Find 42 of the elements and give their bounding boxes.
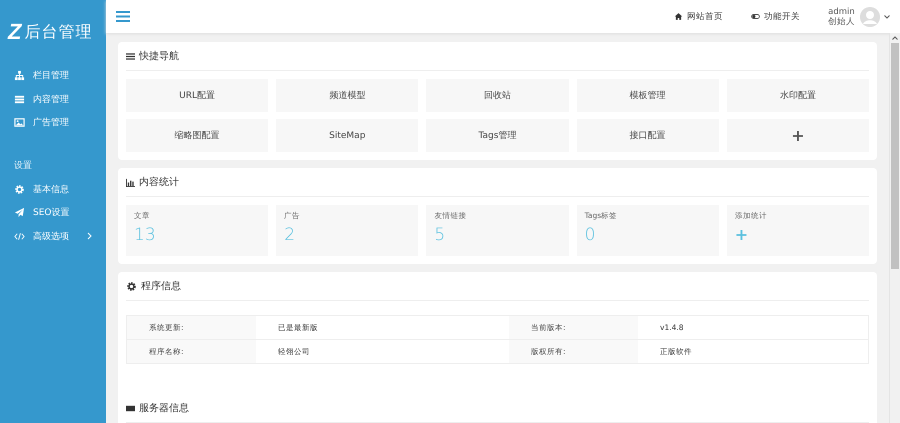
image-icon (14, 117, 25, 128)
scrollbar[interactable] (889, 33, 900, 423)
stat-value: 2 (284, 225, 296, 245)
topbar-link[interactable]: 网站首页 (674, 10, 723, 22)
shortcut-button[interactable]: 缩略图配置 (126, 119, 268, 152)
user-role: 创始人 (828, 16, 855, 26)
code-icon (14, 230, 25, 242)
bar-chart-icon (126, 178, 135, 186)
shortcut-button[interactable]: URL配置 (126, 79, 268, 112)
list-icon (126, 52, 135, 60)
gear-icon (126, 280, 137, 292)
server-icon (126, 404, 135, 412)
list-icon (14, 94, 25, 105)
shortcut-button[interactable]: 频道模型 (276, 79, 418, 112)
shortcut-button[interactable]: Tags管理 (426, 119, 569, 152)
section-label: 设置 (13, 160, 33, 172)
logo-mark: Z (8, 19, 22, 45)
caret-icon[interactable] (884, 14, 890, 18)
card-title: 内容统计 (139, 176, 179, 189)
paper-plane-icon (14, 207, 25, 218)
sitemap-icon (14, 70, 25, 82)
user-name: admin (828, 6, 855, 16)
shortcut-button[interactable]: 模板管理 (576, 79, 719, 112)
shortcut-button[interactable]: SiteMap (276, 119, 418, 152)
chevron-icon (87, 232, 92, 240)
add-button[interactable]: + (726, 119, 869, 152)
shortcut-button[interactable]: 回收站 (426, 79, 569, 112)
shortcut-button[interactable]: 接口配置 (576, 119, 719, 152)
logo-text: 后台管理 (24, 22, 92, 42)
stat-value: 13 (134, 225, 156, 245)
card-title: 快捷导航 (139, 50, 179, 63)
toggle-icon (751, 12, 760, 21)
scroll-up-icon[interactable] (892, 36, 898, 40)
topbar-link[interactable]: 功能开关 (751, 10, 800, 22)
gear-icon (14, 184, 25, 195)
card-title: 服务器信息 (139, 402, 189, 415)
stat-value: 0 (584, 225, 596, 245)
card-title: 程序信息 (141, 280, 181, 293)
shortcut-button[interactable]: 水印配置 (726, 79, 869, 112)
stat-value: 5 (434, 225, 446, 245)
menu-icon[interactable] (116, 11, 130, 22)
home-icon (674, 12, 683, 21)
